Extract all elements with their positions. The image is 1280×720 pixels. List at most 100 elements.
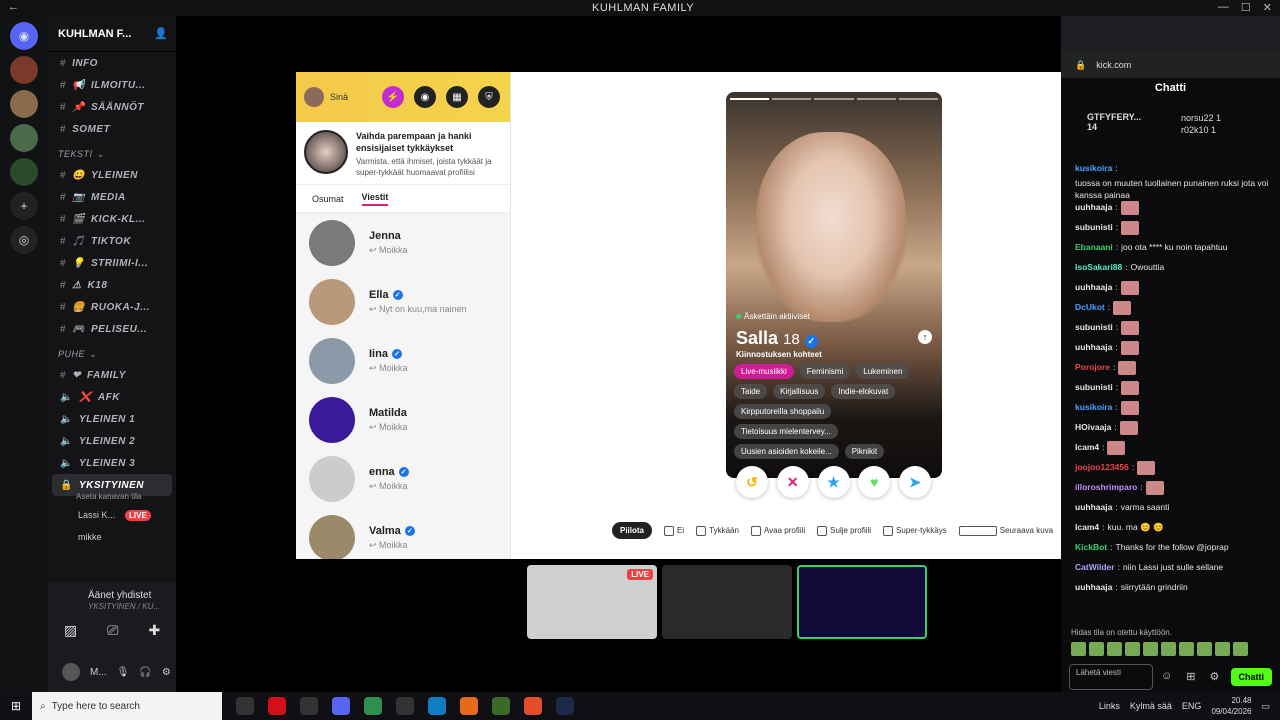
settings-icon[interactable]: ⚙ [162, 667, 171, 678]
channel-somet[interactable]: # SOMET [48, 118, 176, 140]
voice-channel-afk[interactable]: 🔈 ❌ AFK [48, 386, 176, 408]
video-off-icon[interactable]: ▨ [64, 622, 77, 639]
discord-icon[interactable] [332, 697, 350, 715]
chat-username[interactable]: subunisti [1075, 321, 1113, 333]
briefcase-icon[interactable]: ▦ [446, 86, 468, 108]
server-header[interactable]: KUHLMAN F... 👤 [48, 16, 176, 52]
minimize-icon[interactable]: — [1218, 1, 1229, 14]
chat-username[interactable]: uuhhaaja [1075, 501, 1112, 513]
shield-icon[interactable]: ⛨ [478, 86, 500, 108]
discover-icon[interactable]: ◎ [10, 226, 38, 254]
chat-input[interactable]: Lähetä viesti [1069, 664, 1153, 690]
opera-icon[interactable] [268, 697, 286, 715]
list-item[interactable]: Valma ✓ ↩ Moikka [296, 508, 510, 559]
chat-username[interactable]: HOivaaja [1075, 421, 1111, 433]
channel-status-hint[interactable]: Aseta kanavan tila [48, 492, 176, 504]
address-bar[interactable]: 🔒 kick.com [1061, 52, 1280, 78]
chat-username[interactable]: IsoSakari88 [1075, 261, 1122, 273]
app-icon[interactable] [364, 697, 382, 715]
chat-username[interactable]: uuhhaaja [1075, 281, 1112, 293]
language-indicator[interactable]: ENG [1182, 701, 1202, 711]
avatar[interactable] [304, 87, 324, 107]
brave-icon[interactable] [524, 697, 542, 715]
boost-button[interactable]: ➤ [899, 466, 931, 498]
weather-widget[interactable]: Kylmä sää [1130, 701, 1172, 711]
clock[interactable]: 20.48 09/04/2026 [1211, 695, 1251, 717]
self-label[interactable]: Sinä [330, 92, 348, 102]
tab-viestit[interactable]: Viestit [361, 192, 389, 206]
hide-shortcuts-button[interactable]: Piilota [612, 522, 653, 539]
voice-channel-yleinen-3[interactable]: 🔈 YLEINEN 3 [48, 452, 176, 474]
chat-username[interactable]: joojoo123456 [1075, 461, 1129, 473]
chat-username[interactable]: Porojore [1075, 361, 1110, 373]
chat-username[interactable]: Icam4 [1075, 521, 1099, 533]
top-gifter[interactable]: GTFYFERY... 14 [1087, 112, 1141, 132]
tab-osumat[interactable]: Osumat [312, 194, 344, 204]
channel-k18[interactable]: # ⚠ K18 [48, 274, 176, 296]
open-profile-icon[interactable]: ↑ [918, 330, 932, 344]
windows-start-icon[interactable]: ⊞ [0, 699, 32, 713]
steam-icon[interactable] [556, 697, 574, 715]
mic-icon[interactable]: 🎙 [117, 667, 130, 678]
participant-thumbnail-active[interactable] [797, 565, 927, 639]
screen-share-icon[interactable]: ⎚ [107, 622, 118, 639]
explore-icon[interactable]: ◉ [414, 86, 436, 108]
participant-thumbnail[interactable] [662, 565, 792, 639]
chat-username[interactable]: Ebanaani [1075, 241, 1113, 253]
chat-username[interactable]: CatWilder [1075, 561, 1115, 573]
channel-info[interactable]: # INFO [48, 52, 176, 74]
channel-peliseura[interactable]: # 🎮 PELISEU... [48, 318, 176, 340]
list-item[interactable]: Jenna ↩ Moikka [296, 213, 510, 272]
list-item[interactable]: Ella ✓ ↩ Nyt on kuu,ma nainen [296, 272, 510, 331]
channel-tiktok[interactable]: # 🎵 TIKTOK [48, 230, 176, 252]
voice-channel-yleinen-1[interactable]: 🔈 YLEINEN 1 [48, 408, 176, 430]
list-item[interactable]: enna ✓ ↩ Moikka [296, 449, 510, 508]
activities-icon[interactable]: ✚ [148, 622, 160, 639]
avatar[interactable] [62, 663, 80, 681]
chat-username[interactable]: uuhhaaja [1075, 201, 1112, 213]
stream-thumbnail[interactable]: LIVE [527, 565, 657, 639]
chat-username[interactable]: uuhhaaja [1075, 341, 1112, 353]
chat-username[interactable]: Icam4 [1075, 441, 1099, 453]
server-icon[interactable] [10, 124, 38, 152]
chat-username[interactable]: subunisti [1075, 381, 1113, 393]
firefox-icon[interactable] [460, 697, 478, 715]
chat-username[interactable]: DcUkot [1075, 301, 1105, 313]
links-toolbar[interactable]: Links [1099, 701, 1120, 711]
close-icon[interactable]: ✕ [1263, 1, 1272, 14]
task-view-icon[interactable] [236, 697, 254, 715]
chat-username[interactable]: illoroshrimparo [1075, 481, 1137, 493]
app-icon[interactable] [300, 697, 318, 715]
gift-icon[interactable]: ⊞ [1186, 670, 1195, 683]
channel-saannot[interactable]: # 📌 SÄÄNNÖT [48, 96, 176, 118]
channel-striimi-ideat[interactable]: # 💡 STRIIMI-I... [48, 252, 176, 274]
super-like-button[interactable]: ★ [817, 466, 850, 498]
discord-home-icon[interactable]: ◉ [10, 22, 38, 50]
send-button[interactable]: Chatti [1230, 668, 1272, 686]
headphones-icon[interactable]: 🎧 [139, 667, 151, 678]
chat-username[interactable]: KickBot [1075, 541, 1107, 553]
like-button[interactable]: ♥ [858, 466, 891, 498]
channel-ruoka[interactable]: # 🍔 RUOKA-J... [48, 296, 176, 318]
emote-bar[interactable] [1071, 642, 1248, 656]
boost-icon[interactable]: ⚡ [382, 86, 404, 108]
chat-username[interactable]: uuhhaaja [1075, 581, 1112, 593]
app-icon[interactable] [492, 697, 510, 715]
category-teksti[interactable]: TEKSTI ⌄ [48, 144, 176, 164]
notifications-icon[interactable]: ▭ [1261, 701, 1270, 712]
add-member-icon[interactable]: 👤 [154, 27, 168, 40]
rewind-button[interactable]: ↺ [736, 466, 768, 498]
channel-kick-klipit[interactable]: # 🎬 KICK-KL... [48, 208, 176, 230]
server-icon[interactable] [10, 56, 38, 84]
channel-ilmoitukset[interactable]: # 📢 ILMOITU... [48, 74, 176, 96]
upgrade-promo[interactable]: Vaihda parempaan ja hanki ensisijaiset t… [296, 122, 510, 185]
voice-user[interactable]: Lassi K... LIVE [48, 504, 176, 526]
app-icon[interactable] [396, 697, 414, 715]
settings-icon[interactable]: ⚙ [1209, 670, 1219, 683]
edge-icon[interactable] [428, 697, 446, 715]
channel-yleinen[interactable]: # 😀 YLEINEN [48, 164, 176, 186]
voice-channel-yleinen-2[interactable]: 🔈 YLEINEN 2 [48, 430, 176, 452]
chat-username[interactable]: kusikoira [1075, 401, 1112, 413]
chat-username[interactable]: kusikoira [1075, 162, 1112, 174]
emote-icon[interactable]: ☺ [1161, 670, 1172, 683]
